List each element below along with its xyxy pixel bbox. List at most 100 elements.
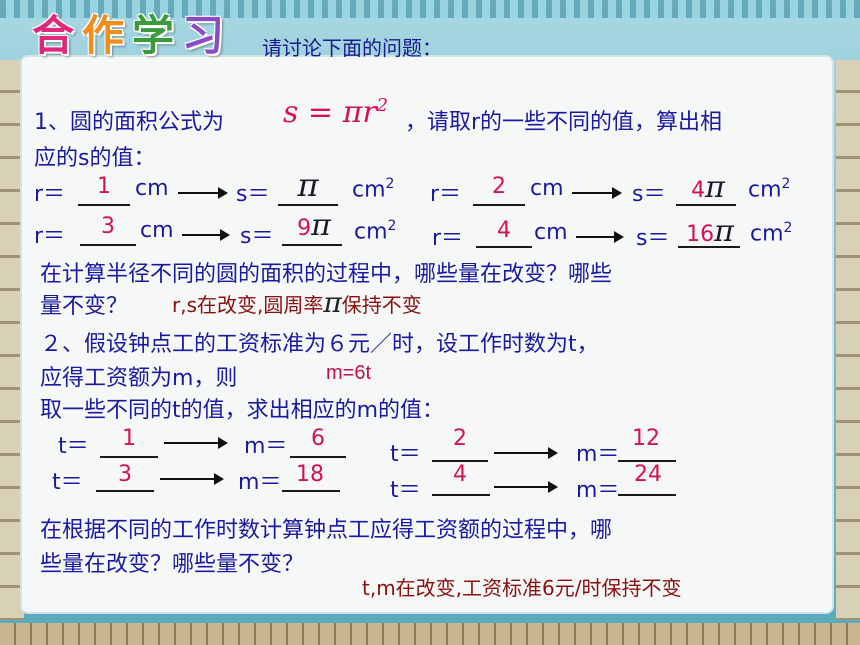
blank-line bbox=[676, 204, 736, 206]
cm-unit: cm bbox=[534, 220, 568, 245]
blank-line bbox=[78, 204, 130, 206]
q1-intro: 1、圆的面积公式为 bbox=[34, 110, 224, 135]
squared: 2 bbox=[783, 220, 793, 236]
s-value: 9π bbox=[282, 208, 346, 243]
arrow-icon bbox=[164, 437, 228, 449]
r-label: r＝ bbox=[432, 226, 464, 251]
q1-intro-line2: 应的s的值： bbox=[34, 146, 156, 171]
blank-line bbox=[432, 494, 490, 496]
arrow-icon bbox=[494, 481, 558, 493]
q1-answer-pre: r,s在改变,圆周率 bbox=[172, 293, 324, 317]
arrow-icon bbox=[576, 231, 624, 243]
logo-char-1: 合 bbox=[31, 11, 74, 60]
cm-unit: cm bbox=[530, 176, 564, 201]
q2-intro-line3: 取一些不同的t的值，求出相应的m的值： bbox=[40, 398, 445, 423]
m-value: 6 bbox=[311, 426, 325, 451]
r-value: 1 bbox=[97, 174, 111, 199]
r-value: 3 bbox=[101, 214, 115, 239]
blank-line bbox=[282, 490, 340, 492]
blank-line bbox=[618, 494, 676, 496]
formula-exponent: 2 bbox=[376, 95, 389, 116]
s-value: π bbox=[278, 166, 338, 204]
pi-symbol: π bbox=[714, 214, 734, 249]
logo-char-3: 学 bbox=[131, 11, 174, 60]
squared: 2 bbox=[781, 176, 791, 192]
s-value: 16π bbox=[678, 214, 742, 249]
arrow-icon bbox=[182, 229, 230, 241]
m-value: 18 bbox=[296, 462, 324, 487]
q2-question-line2: 些量在改变？哪些量不变？ bbox=[40, 552, 305, 577]
t-label: t＝ bbox=[390, 442, 421, 467]
blank-line bbox=[476, 246, 532, 248]
m-label: m＝ bbox=[238, 470, 282, 495]
t-value: 1 bbox=[122, 426, 136, 451]
s-label: s＝ bbox=[636, 226, 670, 251]
bottom-fence bbox=[0, 623, 860, 645]
cm-text: cm bbox=[354, 219, 388, 245]
s-coefficient: 9 bbox=[297, 216, 312, 241]
s-label: s＝ bbox=[236, 182, 270, 207]
blank-line bbox=[100, 456, 158, 458]
area-formula: s = πr2 bbox=[283, 95, 388, 130]
t-value: 4 bbox=[453, 462, 467, 487]
cm-unit: cm bbox=[140, 218, 174, 243]
cm-unit: cm bbox=[135, 176, 169, 201]
pi-symbol: π bbox=[311, 208, 331, 243]
blank-line bbox=[96, 490, 154, 492]
cm2-unit: cm2 bbox=[748, 176, 790, 202]
q2-question: 在根据不同的工作时数计算钟点工应得工资额的过程中，哪 bbox=[40, 518, 613, 543]
s-label: s＝ bbox=[240, 224, 274, 249]
t-label: t＝ bbox=[52, 470, 83, 495]
pi-symbol: π bbox=[705, 170, 725, 205]
pi-symbol: π bbox=[323, 286, 342, 319]
pi-symbol: π bbox=[297, 166, 319, 204]
cm-text: cm bbox=[748, 177, 782, 203]
arrow-icon bbox=[572, 187, 622, 199]
r-label: r＝ bbox=[34, 224, 66, 249]
m-value: 12 bbox=[632, 426, 660, 451]
blank-line bbox=[80, 244, 136, 246]
cm-text: cm bbox=[750, 221, 784, 247]
r-value: 2 bbox=[492, 174, 506, 199]
blank-line bbox=[282, 244, 342, 246]
squared: 2 bbox=[387, 218, 397, 234]
blank-line bbox=[278, 204, 338, 206]
q1-answer-post: 保持不变 bbox=[341, 293, 422, 317]
cm-text: cm bbox=[352, 177, 386, 203]
q2-answer: t,m在改变,工资标准6元/时保持不变 bbox=[362, 576, 682, 600]
s-coefficient: 4 bbox=[691, 178, 706, 203]
m-label: m＝ bbox=[244, 434, 288, 459]
logo-char-4: 习 bbox=[181, 11, 224, 60]
formula-text: s = πr bbox=[283, 95, 377, 130]
left-fence-post bbox=[0, 60, 24, 620]
s-coefficient: 16 bbox=[686, 222, 715, 247]
q1-question: 在计算半径不同的圆的面积的过程中，哪些量在改变？哪些 bbox=[40, 262, 613, 287]
blank-line bbox=[473, 204, 525, 206]
squared: 2 bbox=[385, 176, 395, 192]
discussion-prompt: 请讨论下面的问题： bbox=[262, 36, 442, 60]
t-label: t＝ bbox=[390, 478, 421, 503]
q2-intro: ２、假设钟点工的工资标准为６元／时，设工作时数为t， bbox=[40, 332, 599, 357]
cm2-unit: cm2 bbox=[352, 176, 394, 202]
m-label: m＝ bbox=[576, 442, 620, 467]
logo-char-2: 作 bbox=[81, 11, 124, 60]
arrow-icon bbox=[160, 473, 224, 485]
r-label: r＝ bbox=[34, 182, 66, 207]
q1-question-line2: 量不变？ bbox=[40, 294, 129, 319]
cm2-unit: cm2 bbox=[354, 218, 396, 244]
arrow-icon bbox=[494, 447, 558, 459]
t-value: 3 bbox=[118, 462, 132, 487]
r-value: 4 bbox=[497, 218, 511, 243]
s-label: s＝ bbox=[632, 182, 666, 207]
t-label: t＝ bbox=[58, 434, 89, 459]
q2-intro-line2: 应得工资额为m，则 bbox=[40, 366, 238, 391]
s-value: 4π bbox=[676, 170, 740, 205]
q1-intro-post: ，请取r的一些不同的值，算出相 bbox=[405, 110, 723, 135]
r-label: r＝ bbox=[430, 182, 462, 207]
logo-title: 合 作 学 习 bbox=[28, 12, 228, 60]
t-value: 2 bbox=[453, 426, 467, 451]
cm2-unit: cm2 bbox=[750, 220, 792, 246]
blank-line bbox=[678, 246, 740, 248]
m-label: m＝ bbox=[576, 478, 620, 503]
arrow-icon bbox=[178, 187, 228, 199]
